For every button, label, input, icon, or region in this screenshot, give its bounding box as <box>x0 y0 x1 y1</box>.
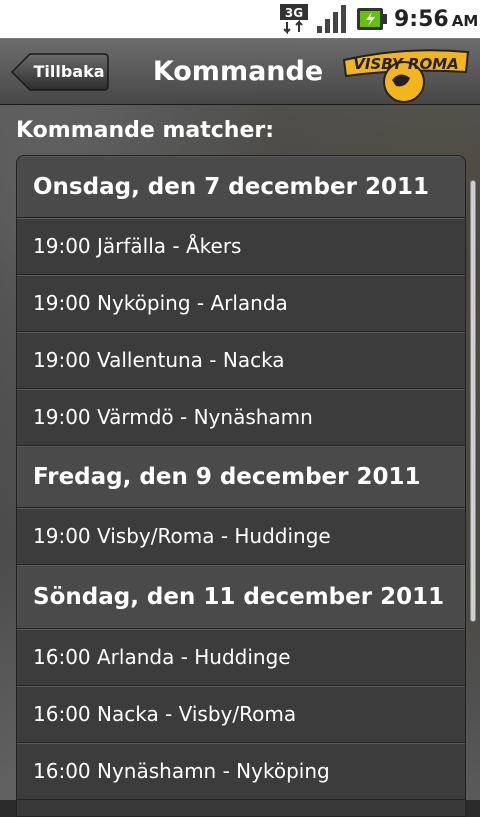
signal-icon <box>317 5 346 33</box>
match-item[interactable]: 16:00 Nacka - Visby/Roma <box>17 686 465 743</box>
match-item[interactable]: 16:00 Nynäshamn - Nyköping <box>17 743 465 800</box>
page-title: Kommande <box>152 56 324 87</box>
network-type-label: 3G <box>285 6 303 20</box>
back-button-label: Tillbaka <box>33 62 105 81</box>
day-header[interactable]: Fredag, den 9 december 2011 <box>17 446 465 508</box>
back-button[interactable]: Tillbaka <box>10 52 110 92</box>
clock: 9:56 AM <box>394 5 478 35</box>
match-item[interactable]: 19:00 Visby/Roma - Huddinge <box>17 508 465 565</box>
match-item[interactable]: 19:00 Vallentuna - Nacka <box>17 332 465 389</box>
match-item[interactable]: 19:00 Järfälla - Åkers <box>17 218 465 275</box>
3g-data-icon: 3G <box>280 4 308 35</box>
day-header[interactable]: Söndag, den 11 december 2011 <box>17 565 465 629</box>
clock-time: 9:56 <box>394 7 449 32</box>
scrollbar[interactable] <box>470 180 476 622</box>
day-header[interactable]: Onsdag, den 7 december 2011 <box>17 156 465 218</box>
clock-ampm: AM <box>451 12 479 30</box>
match-item[interactable]: 19:00 Nyköping - Arlanda <box>17 275 465 332</box>
logo-text: VISBY ROMA <box>353 55 459 73</box>
visby-roma-logo: VISBY ROMA <box>342 49 470 103</box>
match-list[interactable]: Onsdag, den 7 december 2011 19:00 Järfäl… <box>16 155 466 817</box>
section-heading: Kommande matcher: <box>16 118 275 143</box>
match-item[interactable]: 16:00 Arlanda - Huddinge <box>17 629 465 686</box>
battery-charging-icon <box>357 8 387 30</box>
match-item[interactable]: 19:00 Värmdö - Nynäshamn <box>17 389 465 446</box>
status-bar: 3G 9:56 AM <box>0 0 480 39</box>
